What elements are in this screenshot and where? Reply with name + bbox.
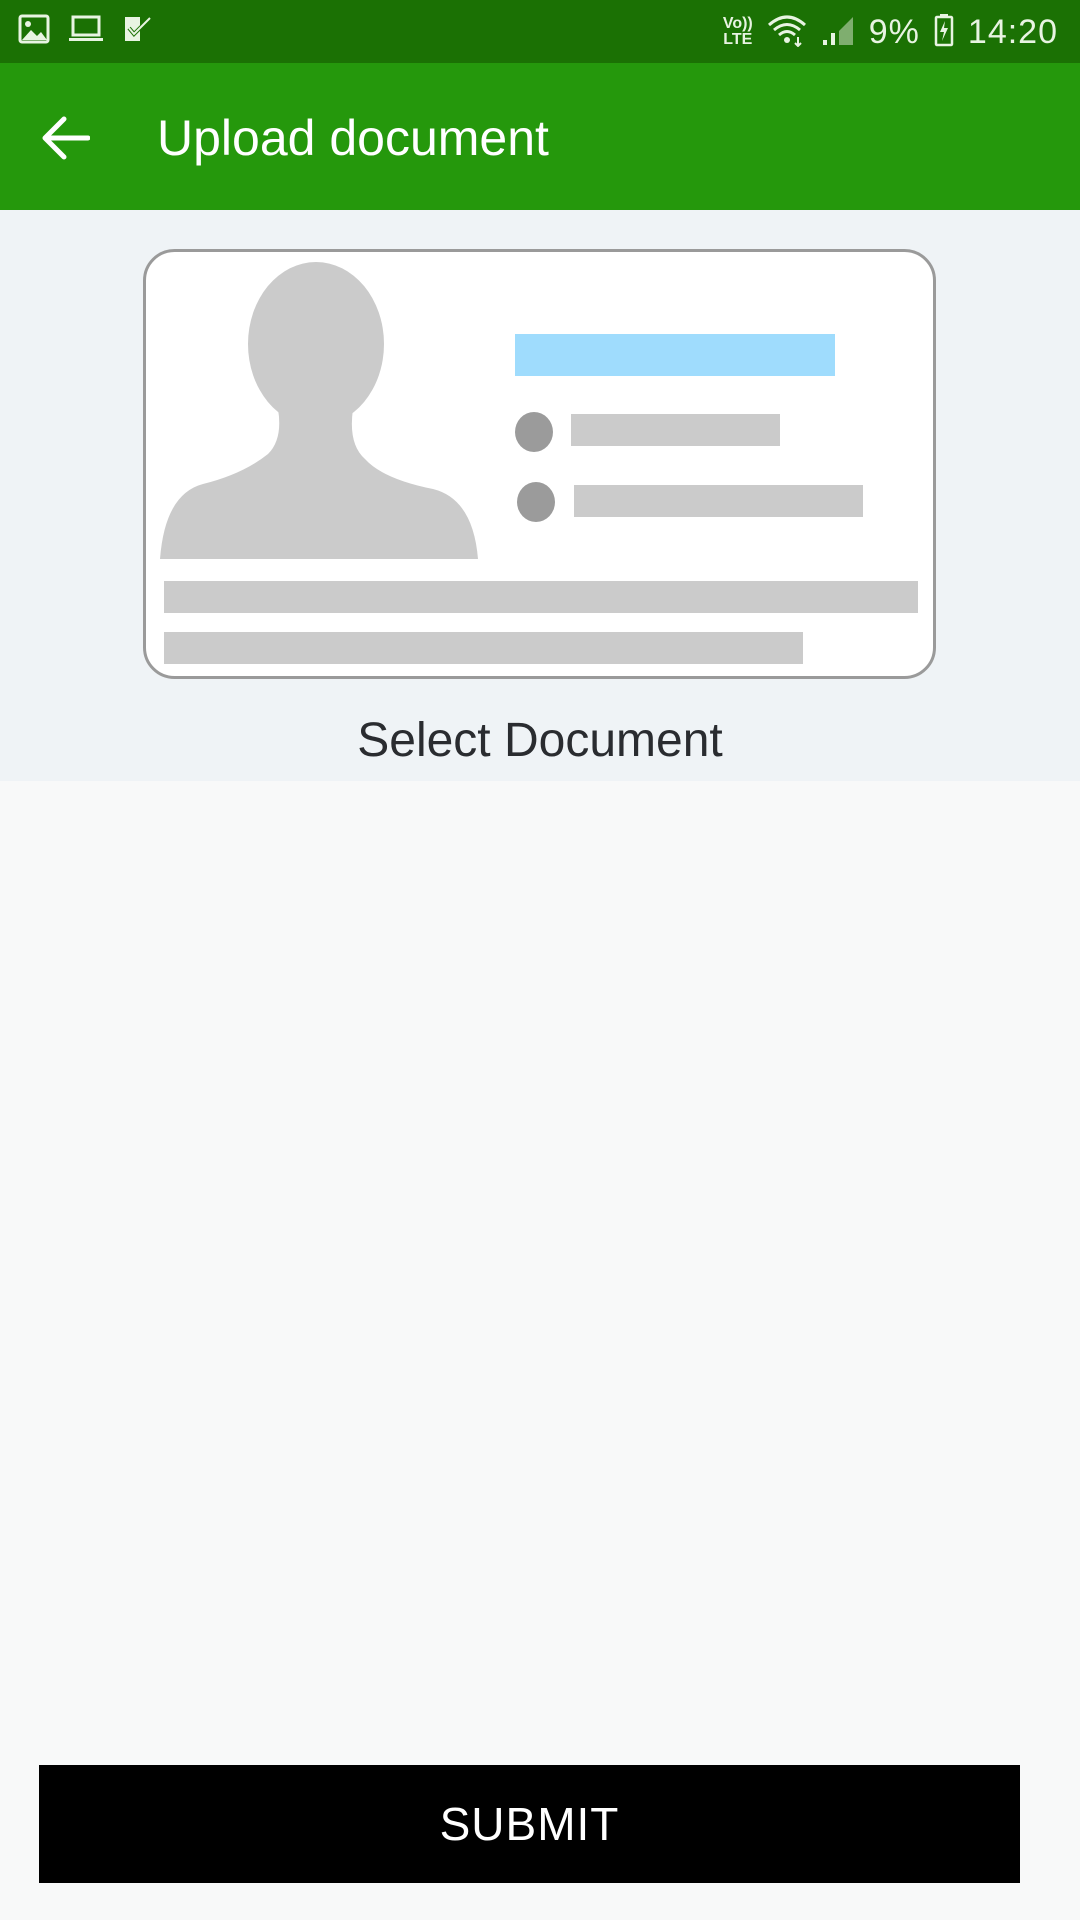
battery-icon [934, 13, 954, 52]
laptop-icon [68, 14, 104, 49]
page-title: Upload document [157, 110, 549, 166]
back-button[interactable] [28, 103, 102, 177]
volte-bottom-label: LTE [723, 31, 753, 48]
document-area: Select Document [0, 210, 1080, 781]
submit-button[interactable]: SUBMIT [39, 1765, 1020, 1883]
arrow-back-icon [40, 116, 91, 165]
status-right-icons: Vo)) LTE 9% 14:20 [723, 8, 1058, 56]
battery-percent: 9% [868, 12, 920, 51]
id-card-placeholder-icon [143, 249, 936, 683]
document-picker[interactable] [143, 249, 936, 679]
wifi-icon [767, 13, 807, 52]
app-bar: Upload document [0, 63, 1080, 210]
status-clock: 14:20 [967, 12, 1058, 51]
gallery-icon [18, 14, 50, 49]
task-check-icon [122, 14, 152, 49]
status-left-icons [18, 14, 152, 48]
select-document-label[interactable]: Select Document [0, 712, 1080, 770]
volte-indicator: Vo)) LTE [723, 16, 753, 48]
status-bar: Vo)) LTE 9% 14:20 [0, 0, 1080, 63]
signal-icon [821, 13, 855, 52]
volte-top-label: Vo)) [722, 15, 753, 32]
